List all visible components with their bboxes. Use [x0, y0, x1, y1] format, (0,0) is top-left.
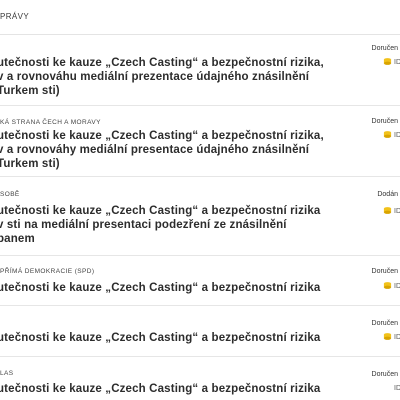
row-title[interactable]: utečnosti ke kauze „Czech Casting“ a bez…: [0, 204, 327, 246]
row-organization: KÁ STRANA ČECH A MORAVY: [0, 119, 101, 126]
list-item[interactable]: PŘÍMÁ DEMOKRACIE (SPD) utečnosti ke kauz…: [0, 256, 400, 306]
row-status: Doručen: [371, 268, 398, 275]
row-status: Doručen: [371, 118, 398, 125]
row-id: ID: [394, 132, 400, 139]
row-status: Doručen: [371, 371, 398, 378]
coin-icon: [383, 131, 392, 138]
row-title[interactable]: utečnosti ke kauze „Czech Casting“ a bez…: [0, 382, 327, 396]
row-status: Doručen: [371, 45, 398, 52]
row-title[interactable]: utečnosti ke kauze „Czech Casting“ a bez…: [0, 281, 327, 295]
row-id: ID: [394, 208, 400, 215]
row-title[interactable]: utečnosti ke kauze „Czech Casting“ a bez…: [0, 331, 327, 345]
list-item[interactable]: utečnosti ke kauze „Czech Casting“ a bez…: [0, 306, 400, 357]
row-status: Dodán: [377, 191, 398, 198]
section-title: PRÁVY: [0, 12, 30, 21]
list-item[interactable]: utečnosti ke kauze „Czech Casting“ a bez…: [0, 35, 400, 106]
row-organization: SOBĚ: [0, 191, 20, 198]
coin-icon: [383, 207, 392, 214]
list-item[interactable]: KÁ STRANA ČECH A MORAVY utečnosti ke kau…: [0, 106, 400, 177]
row-id: ID: [394, 283, 400, 290]
coin-icon: [383, 282, 392, 289]
row-id: ID: [394, 385, 400, 392]
row-organization: PŘÍMÁ DEMOKRACIE (SPD): [0, 268, 95, 275]
list-item[interactable]: SOBĚ utečnosti ke kauze „Czech Casting“ …: [0, 177, 400, 256]
row-organization: LAS: [0, 370, 14, 377]
row-id: ID: [394, 59, 400, 66]
row-status: Doručen: [371, 320, 398, 327]
row-title[interactable]: utečnosti ke kauze „Czech Casting“ a bez…: [0, 56, 327, 98]
row-title[interactable]: utečnosti ke kauze „Czech Casting“ a bez…: [0, 129, 327, 171]
row-id: ID: [394, 334, 400, 341]
coin-icon: [383, 333, 392, 340]
list-item[interactable]: LAS utečnosti ke kauze „Czech Casting“ a…: [0, 357, 400, 400]
list-header: PRÁVY: [0, 0, 400, 35]
coin-icon: [383, 58, 392, 65]
